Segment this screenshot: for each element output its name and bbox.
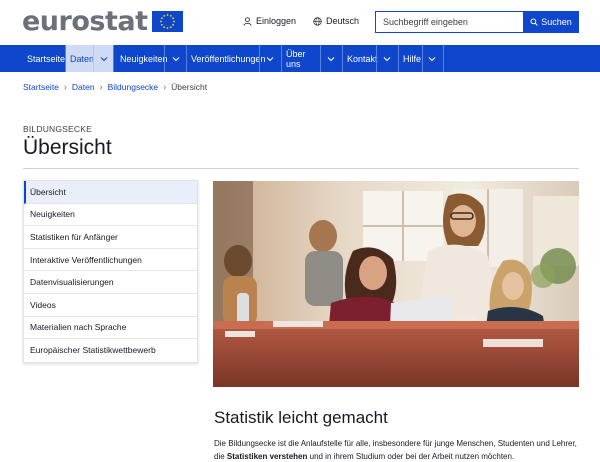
nav-label: Kontakt — [347, 53, 378, 64]
search-icon — [530, 18, 538, 26]
breadcrumb-link[interactable]: Startseite — [23, 82, 59, 92]
nav-divider — [443, 45, 444, 72]
nav-divider — [320, 45, 321, 72]
side-item-statistiken-fuer-anfaenger[interactable]: Statistiken für Anfänger — [24, 226, 197, 249]
side-item-materialien-nach-sprache[interactable]: Materialien nach Sprache — [24, 317, 197, 340]
side-item-datenvisualisierungen[interactable]: Datenvisualisierungen — [24, 271, 197, 294]
chevron-down-icon[interactable] — [427, 54, 437, 64]
chevron-down-icon[interactable] — [171, 54, 181, 64]
nav-label: Hilfe — [403, 53, 422, 64]
intro-text-line1: Die Bildungsecke ist die Anlaufstelle fü… — [214, 439, 577, 448]
language-label: Deutsch — [326, 16, 360, 26]
breadcrumb: Startseite › Daten › Bildungsecke › Über… — [23, 82, 207, 92]
nav-divider — [376, 45, 377, 72]
chevron-down-icon[interactable] — [265, 54, 275, 64]
intro-text-bold: Statistiken verstehen — [226, 452, 308, 461]
chevron-down-icon[interactable] — [99, 54, 109, 64]
nav-item-veroeffentlichungen[interactable]: Veröffentlichungen — [187, 45, 265, 72]
title-divider — [23, 168, 579, 169]
breadcrumb-link[interactable]: Bildungsecke — [108, 82, 159, 92]
intro-text-part2: die — [214, 452, 227, 461]
chevron-down-icon[interactable] — [326, 54, 336, 64]
side-item-uebersicht[interactable]: Übersicht — [24, 181, 197, 204]
search-button-label: Suchen — [541, 17, 572, 27]
search-button[interactable]: Suchen — [523, 11, 579, 33]
nav-label: Daten — [70, 53, 95, 64]
nav-label: Neuigkeiten — [120, 53, 168, 64]
nav-label: Über uns — [286, 48, 306, 69]
chevron-down-icon[interactable] — [382, 54, 392, 64]
nav-item-kontakt[interactable]: Kontakt — [343, 45, 378, 72]
chevron-right-icon: › — [63, 82, 67, 92]
globe-icon — [313, 16, 322, 26]
page-kicker: BILDUNGSECKE — [23, 124, 93, 134]
page-title: Übersicht — [23, 136, 112, 159]
eurostat-logo[interactable]: eurostat — [22, 8, 183, 35]
search-input[interactable] — [375, 11, 524, 33]
breadcrumb-current: Übersicht — [171, 82, 208, 92]
breadcrumb-link[interactable]: Daten — [72, 82, 95, 92]
nav-divider — [422, 45, 423, 72]
nav-divider — [164, 45, 165, 72]
nav-divider — [259, 45, 260, 72]
chevron-right-icon: › — [99, 82, 103, 92]
login-label: Einloggen — [256, 16, 297, 26]
nav-label: Startseite — [27, 53, 66, 64]
site-header: eurostat Einloggen Deutsch Suchbegriff e… — [0, 0, 600, 45]
user-icon — [243, 16, 252, 26]
side-menu: Übersicht Neuigkeiten Statistiken für An… — [23, 180, 198, 363]
eu-flag-icon — [151, 11, 183, 32]
side-item-neuigkeiten[interactable]: Neuigkeiten — [24, 204, 197, 227]
section-intro-text: Die Bildungsecke ist die Anlaufstelle fü… — [214, 437, 584, 462]
section-title: Statistik leicht gemacht — [214, 408, 388, 427]
chevron-right-icon: › — [163, 82, 167, 92]
side-item-interaktive-veroeffentlichungen[interactable]: Interaktive Veröffentlichungen — [24, 249, 197, 272]
nav-divider — [93, 45, 94, 72]
side-item-europaeischer-statistikwettbewerb[interactable]: Europäischer Statistikwettbewerb — [24, 339, 197, 362]
nav-item-neuigkeiten[interactable]: Neuigkeiten — [114, 45, 168, 72]
nav-label: Veröffentlichungen — [191, 53, 266, 64]
logo-wordmark: eurostat — [22, 6, 148, 37]
language-selector[interactable]: Deutsch — [313, 16, 359, 26]
main-navigation: Startseite Daten Neuigkeiten Veröffentli… — [0, 45, 600, 72]
side-item-videos[interactable]: Videos — [24, 294, 197, 317]
nav-item-hilfe[interactable]: Hilfe — [399, 45, 423, 72]
hero-classroom-image — [213, 181, 579, 387]
login-link[interactable]: Einloggen — [243, 16, 296, 26]
nav-item-ueber-uns[interactable]: Über uns — [282, 45, 320, 72]
intro-text-part3: und in ihrem Studium oder bei der Arbeit… — [307, 452, 515, 461]
nav-item-startseite[interactable]: Startseite — [0, 45, 65, 72]
